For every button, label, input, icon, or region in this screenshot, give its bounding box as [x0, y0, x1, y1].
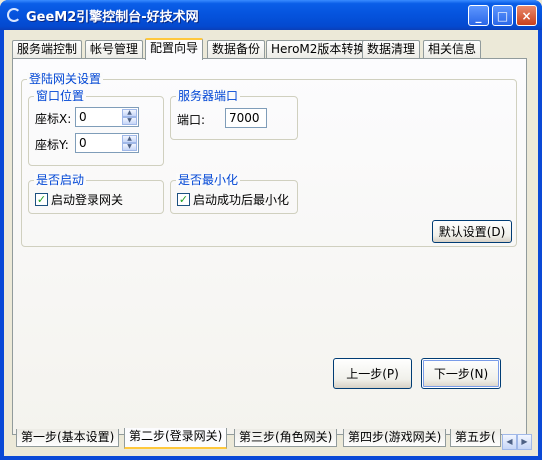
- tab-about[interactable]: 相关信息: [423, 40, 482, 59]
- window-position-title: 窗口位置: [34, 89, 87, 103]
- tab-data-backup[interactable]: 数据备份: [207, 40, 266, 59]
- app-icon: [7, 8, 21, 22]
- port-input[interactable]: 7000: [225, 108, 267, 128]
- spin-up-icon[interactable]: ▲: [122, 109, 137, 117]
- autostart-group: 是否启动 ✓ 启动登录网关: [28, 173, 164, 214]
- port-label: 端口:: [177, 113, 206, 127]
- window-position-group: 窗口位置 座标X: 0 ▲ ▼ 座标Y: 0 ▲ ▼: [28, 89, 164, 166]
- x-coord-label: 座标X:: [35, 112, 72, 126]
- autostart-checkbox-label: 启动登录网关: [51, 193, 124, 207]
- scroll-left-icon[interactable]: ◀: [502, 434, 517, 450]
- y-coord-spinner[interactable]: 0 ▲ ▼: [75, 133, 139, 153]
- autostart-checkbox[interactable]: ✓ 启动登录网关: [35, 191, 123, 208]
- y-coord-label: 座标Y:: [35, 138, 69, 152]
- tab-step-2[interactable]: 第二步(登录网关): [124, 428, 228, 449]
- close-button[interactable]: ×: [516, 5, 537, 26]
- spin-down-icon[interactable]: ▼: [122, 143, 137, 151]
- main-window: GeeM2引擎控制台-好技术网 _ □ × 服务端控制 帐号管理 配置向导 数据…: [0, 0, 542, 460]
- config-wizard-panel: 登陆网关设置 窗口位置 座标X: 0 ▲ ▼ 座标Y: 0 ▲ ▼ 服务器端口 …: [12, 58, 527, 435]
- default-settings-button[interactable]: 默认设置(D): [432, 220, 512, 243]
- minimize-group: 是否最小化 ✓ 启动成功后最小化: [170, 173, 298, 214]
- tab-herom2-convert[interactable]: HeroM2版本转换: [266, 40, 371, 59]
- minimize-checkbox[interactable]: ✓ 启动成功后最小化: [177, 191, 289, 208]
- tab-scroll-arrows: ◀ ▶: [502, 434, 532, 450]
- autostart-title: 是否启动: [34, 173, 87, 187]
- bottom-tab-strip: 第一步(基本设置) 第二步(登录网关) 第三步(角色网关) 第四步(游戏网关) …: [12, 428, 532, 452]
- login-gateway-group-title: 登陆网关设置: [27, 72, 104, 86]
- tab-step-5[interactable]: 第五步(: [450, 429, 501, 447]
- title-bar[interactable]: GeeM2引擎控制台-好技术网 _ □ ×: [0, 0, 542, 30]
- scroll-right-icon[interactable]: ▶: [517, 434, 532, 450]
- minimize-button[interactable]: _: [468, 5, 489, 26]
- maximize-button[interactable]: □: [492, 5, 513, 26]
- login-gateway-group: 登陆网关设置 窗口位置 座标X: 0 ▲ ▼ 座标Y: 0 ▲ ▼ 服务器端口 …: [21, 72, 517, 247]
- window-title: GeeM2引擎控制台-好技术网: [26, 10, 199, 25]
- tab-step-3[interactable]: 第三步(角色网关): [234, 429, 338, 447]
- spin-up-icon[interactable]: ▲: [122, 135, 137, 143]
- checkmark-icon: ✓: [35, 193, 48, 206]
- spin-down-icon[interactable]: ▼: [122, 117, 137, 125]
- client-area: 服务端控制 帐号管理 配置向导 数据备份 HeroM2版本转换 数据清理 相关信…: [4, 30, 538, 456]
- minimize-checkbox-label: 启动成功后最小化: [193, 193, 290, 207]
- tab-step-4[interactable]: 第四步(游戏网关): [343, 429, 447, 447]
- tab-config-wizard[interactable]: 配置向导: [145, 38, 204, 60]
- next-step-button[interactable]: 下一步(N): [421, 358, 501, 389]
- tab-server-control[interactable]: 服务端控制: [12, 40, 83, 59]
- tab-data-cleanup[interactable]: 数据清理: [362, 40, 421, 59]
- server-port-title: 服务器端口: [176, 89, 241, 103]
- y-coord-value: 0: [79, 136, 87, 150]
- x-coord-spinner[interactable]: 0 ▲ ▼: [75, 107, 139, 127]
- minimize-title: 是否最小化: [176, 173, 241, 187]
- tab-account-management[interactable]: 帐号管理: [85, 40, 144, 59]
- server-port-group: 服务器端口 端口: 7000: [170, 89, 298, 140]
- tab-step-1[interactable]: 第一步(基本设置): [16, 429, 120, 447]
- x-coord-value: 0: [79, 110, 87, 124]
- checkmark-icon: ✓: [177, 193, 190, 206]
- prev-step-button[interactable]: 上一步(P): [333, 358, 412, 389]
